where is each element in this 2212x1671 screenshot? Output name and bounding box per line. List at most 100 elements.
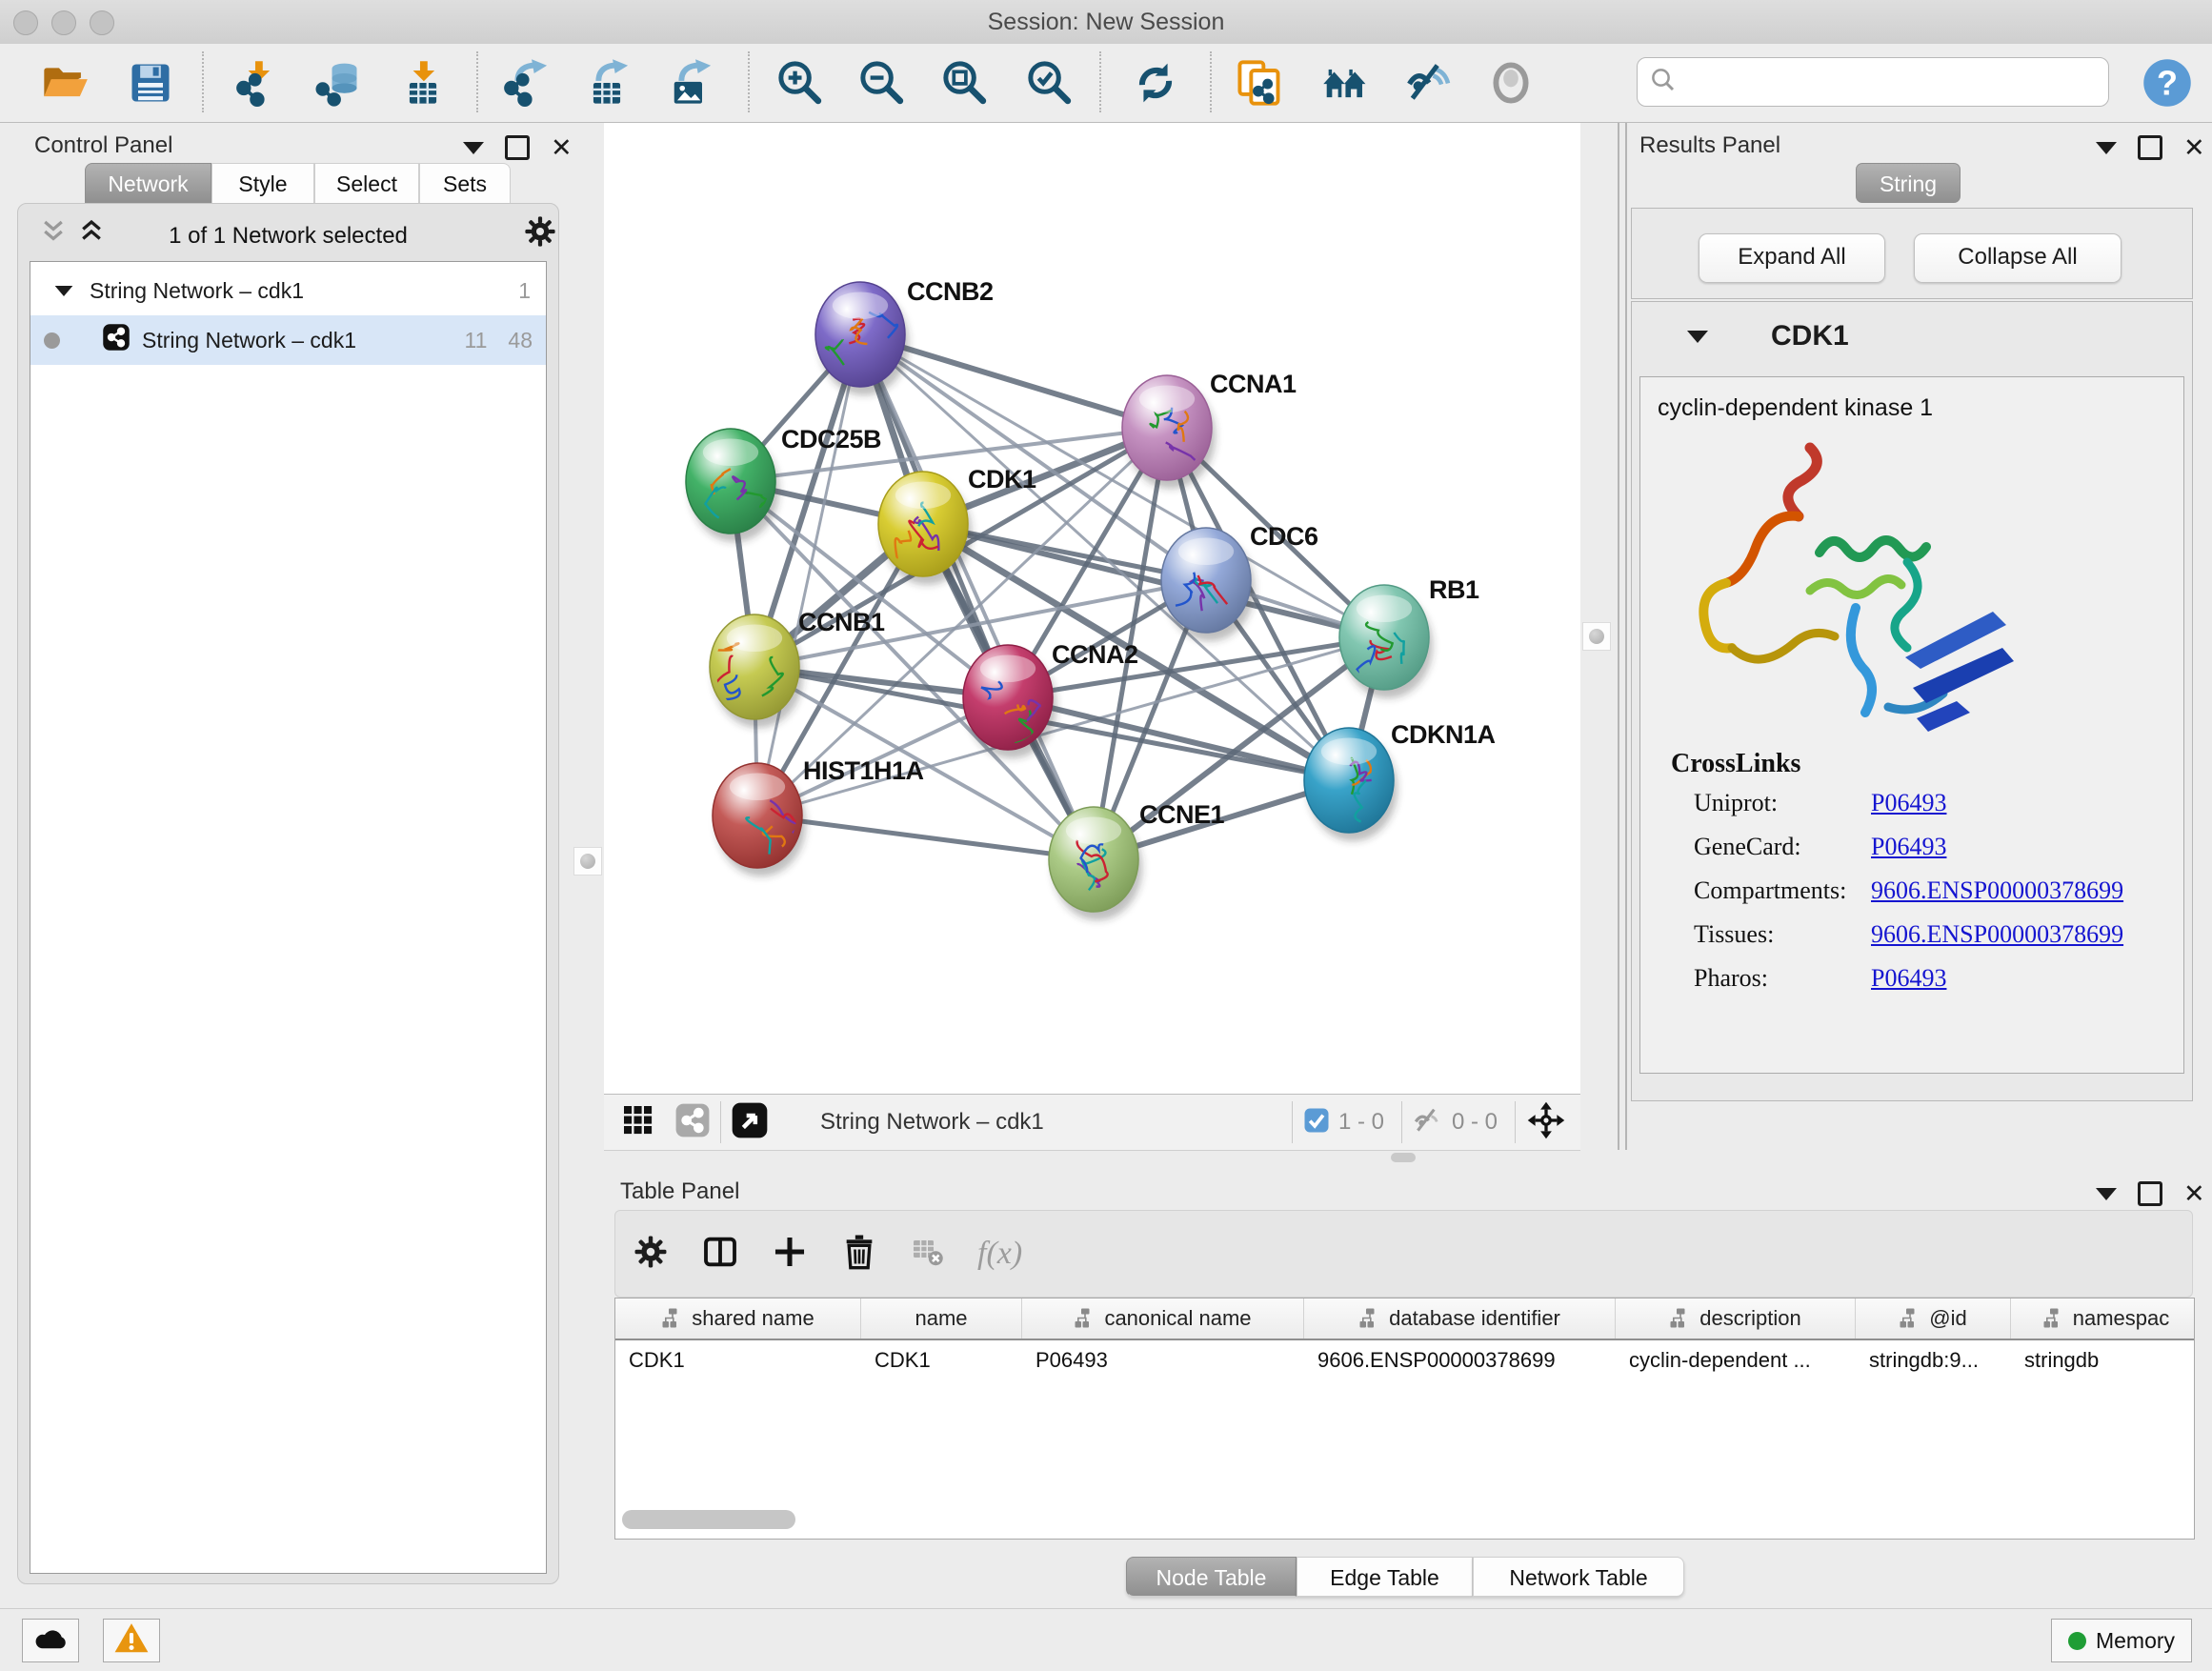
table-options-gear-icon[interactable]	[633, 1234, 669, 1275]
collection-expand-icon[interactable]	[55, 285, 73, 295]
right-splitter-handle[interactable]	[1582, 622, 1611, 651]
table-cell[interactable]: CDK1	[861, 1340, 1022, 1380]
table-panel-menu-icon[interactable]	[2096, 1188, 2117, 1200]
clone-network-button[interactable]	[1232, 55, 1287, 111]
delete-table-icon	[911, 1235, 945, 1274]
protein-section-header[interactable]: CDK1	[1632, 302, 2192, 371]
crosslink-value-link[interactable]: P06493	[1871, 833, 1946, 861]
tab-sets[interactable]: Sets	[419, 163, 511, 203]
network-node-CCNE1[interactable]: CCNE1	[1049, 800, 1225, 920]
column-namespace-icon	[1074, 1307, 1096, 1330]
zoom-fit-button[interactable]	[937, 55, 993, 111]
crosslink-value-link[interactable]: P06493	[1871, 964, 1946, 993]
tab-network[interactable]: Network	[85, 163, 211, 203]
toolbar-separator	[1099, 51, 1101, 112]
network-node-CCNB2[interactable]: CCNB2	[815, 277, 994, 395]
import-table-button[interactable]	[395, 55, 451, 111]
results-panel-title: Results Panel	[1639, 132, 1780, 159]
tab-select[interactable]: Select	[314, 163, 419, 203]
search-input[interactable]	[1687, 69, 2097, 96]
hide-panel-button[interactable]	[1400, 55, 1456, 111]
table-cell[interactable]: CDK1	[615, 1340, 861, 1380]
cloud-button[interactable]	[22, 1619, 79, 1662]
help-button[interactable]: ?	[2140, 55, 2195, 111]
tab-node-table[interactable]: Node Table	[1126, 1557, 1297, 1597]
table-cell[interactable]: 9606.ENSP00000378699	[1304, 1340, 1616, 1380]
node-count: 11	[465, 328, 488, 353]
memory-label: Memory	[2096, 1628, 2175, 1654]
control-panel-float-icon[interactable]	[505, 135, 530, 160]
results-panel-menu-icon[interactable]	[2096, 142, 2117, 154]
network-node-CDC6[interactable]: CDC6	[1161, 522, 1318, 641]
column-header[interactable]: canonical name	[1022, 1299, 1304, 1339]
show-panel-button[interactable]	[1483, 55, 1538, 111]
export-image-button[interactable]	[662, 55, 717, 111]
add-column-icon[interactable]	[772, 1234, 808, 1275]
selected-checkbox-icon[interactable]	[1302, 1106, 1331, 1139]
memory-button[interactable]: Memory	[2051, 1619, 2192, 1662]
save-session-button[interactable]	[123, 55, 178, 111]
zoom-in-button[interactable]	[773, 55, 828, 111]
import-database-icon	[313, 58, 363, 108]
network-node-CCNB1[interactable]: CCNB1	[705, 608, 885, 728]
results-panel-float-icon[interactable]	[2138, 135, 2162, 160]
network-canvas[interactable]: CCNB2 CCNA1 CDC25B CDK1 CDC6	[604, 123, 1580, 1094]
column-header[interactable]: namespac	[2011, 1299, 2195, 1339]
column-header[interactable]: database identifier	[1304, 1299, 1616, 1339]
expand-all-button[interactable]: Expand All	[1699, 233, 1885, 283]
crosslink-value-link[interactable]: 9606.ENSP00000378699	[1871, 876, 2123, 905]
table-panel-float-icon[interactable]	[2138, 1181, 2162, 1206]
table-cell[interactable]: stringdb	[2011, 1340, 2195, 1380]
table-cell[interactable]: cyclin-dependent ...	[1616, 1340, 1856, 1380]
move-tool-icon[interactable]	[1525, 1099, 1567, 1146]
show-columns-icon	[701, 1233, 739, 1271]
delete-column-icon[interactable]	[840, 1233, 878, 1276]
table-horizontal-scrollbar[interactable]	[622, 1510, 795, 1529]
network-node-CDK1[interactable]: CDK1	[878, 465, 1036, 585]
open-session-button[interactable]	[37, 55, 92, 111]
birdseye-view-icon[interactable]	[731, 1101, 769, 1144]
horizontal-splitter-handle[interactable]	[1391, 1153, 1416, 1162]
network-node-CDKN1A[interactable]: CDKN1A	[1304, 720, 1496, 841]
crosslink-value-link[interactable]: P06493	[1871, 789, 1946, 817]
network-collection-row[interactable]: String Network – cdk1 1	[30, 266, 546, 315]
grid-view-icon[interactable]	[621, 1103, 655, 1142]
tab-edge-table[interactable]: Edge Table	[1297, 1557, 1473, 1597]
show-columns-icon[interactable]	[701, 1233, 739, 1276]
tab-network-table[interactable]: Network Table	[1473, 1557, 1684, 1597]
table-cell[interactable]: P06493	[1022, 1340, 1304, 1380]
column-header[interactable]: description	[1616, 1299, 1856, 1339]
network-node-HIST1H1A[interactable]: HIST1H1A	[713, 756, 924, 876]
tab-style[interactable]: Style	[211, 163, 314, 203]
table-panel-close-icon[interactable]: ✕	[2183, 1184, 2205, 1203]
export-table-button[interactable]	[579, 55, 634, 111]
left-splitter-handle[interactable]	[573, 847, 602, 876]
protein-collapse-icon[interactable]	[1687, 331, 1708, 343]
crosslink-row: Uniprot: P06493	[1694, 789, 2170, 833]
tab-string[interactable]: String	[1856, 163, 1961, 203]
column-header[interactable]: shared name	[615, 1299, 861, 1339]
warnings-button[interactable]	[103, 1619, 160, 1662]
network-options-gear-icon[interactable]	[523, 214, 557, 253]
results-panel-close-icon[interactable]: ✕	[2183, 138, 2205, 157]
column-header[interactable]: name	[861, 1299, 1022, 1339]
table-cell[interactable]: stringdb:9...	[1856, 1340, 2011, 1380]
export-network-button[interactable]	[498, 55, 553, 111]
network-node-RB1[interactable]: RB1	[1339, 575, 1479, 698]
crosslink-value-link[interactable]: 9606.ENSP00000378699	[1871, 920, 2123, 949]
search-box[interactable]	[1637, 57, 2109, 107]
zoom-selected-button[interactable]	[1022, 55, 1077, 111]
column-header[interactable]: @id	[1856, 1299, 2011, 1339]
import-network-button[interactable]	[231, 55, 286, 111]
control-panel-menu-icon[interactable]	[463, 142, 484, 154]
network-row-selected[interactable]: String Network – cdk1 11 48	[30, 315, 546, 365]
control-panel-close-icon[interactable]: ✕	[551, 138, 573, 157]
zoom-out-button[interactable]	[855, 55, 910, 111]
search-icon	[1649, 66, 1678, 94]
share-network-icon[interactable]	[674, 1102, 711, 1143]
crosslink-label: Pharos:	[1694, 964, 1768, 992]
refresh-button[interactable]	[1128, 55, 1183, 111]
import-database-button[interactable]	[311, 55, 366, 111]
collapse-all-button[interactable]: Collapse All	[1914, 233, 2122, 283]
string-home-button[interactable]	[1317, 55, 1373, 111]
